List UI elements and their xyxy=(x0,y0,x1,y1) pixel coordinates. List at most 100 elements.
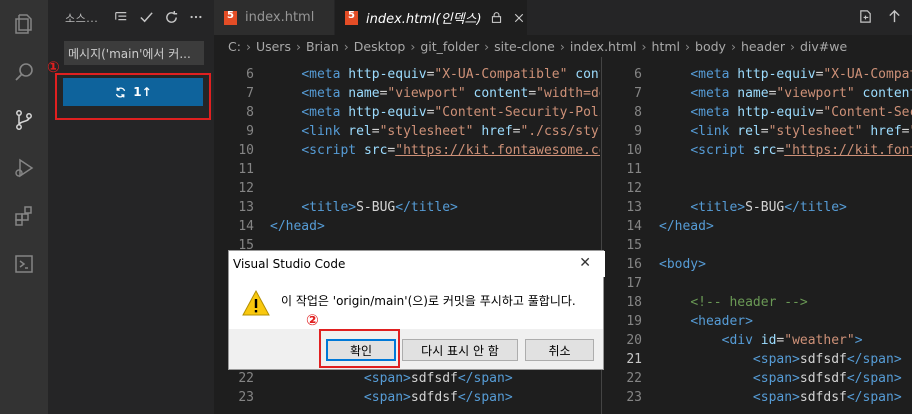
code-line[interactable]: <link rel="stylesheet" href="./css/styl xyxy=(270,122,600,141)
line-number: 9 xyxy=(246,124,254,139)
code-token: <span> xyxy=(363,371,411,386)
code-token: http-equiv xyxy=(348,67,427,82)
code-line[interactable]: <span>sdfsdf</span> xyxy=(659,369,902,388)
cancel-button[interactable]: 취소 xyxy=(525,339,594,361)
close-icon[interactable]: ✕ xyxy=(579,255,591,271)
tab-index-html-staged[interactable]: index.html(인덱스) xyxy=(335,0,527,35)
annotation-step-1: ① xyxy=(47,58,60,76)
activity-bar xyxy=(0,0,48,414)
breadcrumb-item[interactable]: Desktop xyxy=(354,39,406,54)
tab-label: index.html xyxy=(245,10,315,25)
code-line[interactable]: <meta http-equiv="Content-Sec xyxy=(659,103,912,122)
code-line[interactable]: <span>sdfdsf</span> xyxy=(659,388,902,407)
code-line[interactable]: </head> xyxy=(270,217,325,236)
line-number: 15 xyxy=(626,238,642,253)
source-control-icon[interactable] xyxy=(0,96,48,144)
more-actions-icon[interactable] xyxy=(188,9,204,25)
code-token: "viewport" xyxy=(387,86,466,101)
code-line[interactable]: </head> xyxy=(659,217,714,236)
code-token: sdfdsf xyxy=(799,390,847,405)
right-editor[interactable]: 6 <meta http-equiv="X-UA-Compat 7 <meta n… xyxy=(602,57,912,414)
code-line[interactable]: <body> xyxy=(659,255,706,274)
code-token: href xyxy=(473,124,513,139)
code-token: "https://kit.font xyxy=(784,143,912,158)
code-line[interactable]: <script src="https://kit.fontawesome.co xyxy=(270,141,600,160)
breadcrumb-item[interactable]: header xyxy=(741,39,785,54)
line-number: 21 xyxy=(626,352,642,367)
code-token: = xyxy=(528,86,537,101)
refresh-icon[interactable] xyxy=(163,9,179,25)
run-debug-icon[interactable] xyxy=(0,144,48,192)
extensions-icon[interactable] xyxy=(0,192,48,240)
code-line[interactable]: <meta name="viewport" content xyxy=(659,84,912,103)
breadcrumb-item[interactable]: site-clone xyxy=(494,39,555,54)
breadcrumb-item[interactable]: Brian xyxy=(306,39,339,54)
code-line[interactable]: <span>sdfsdf</span> xyxy=(659,350,902,369)
code-line[interactable]: <meta http-equiv="Content-Security-Poli xyxy=(270,103,600,122)
breadcrumb-item[interactable]: C: xyxy=(228,39,241,54)
code-token: "stylesheet" xyxy=(768,124,863,139)
code-line[interactable]: <title>S-BUG</title> xyxy=(270,198,458,217)
breadcrumb-separator: › xyxy=(295,38,301,54)
code-token: S-BUG xyxy=(745,200,785,215)
confirm-dialog: Visual Studio Code ✕ 이 작업은 'origin/main'… xyxy=(228,250,605,370)
search-icon[interactable] xyxy=(0,48,48,96)
code-line[interactable]: <title>S-BUG</title> xyxy=(659,198,847,217)
tab-index-html[interactable]: index.html xyxy=(214,0,334,35)
code-token: = xyxy=(760,124,769,139)
code-token: </title> xyxy=(395,200,458,215)
open-file-icon[interactable] xyxy=(858,9,873,28)
code-line[interactable]: <meta http-equiv="X-UA-Compat xyxy=(659,65,912,84)
code-line[interactable]: <meta http-equiv="X-UA-Compatible" conte… xyxy=(270,65,600,84)
line-number: 8 xyxy=(634,105,642,120)
commit-message-input[interactable]: 메시지('main'에서 커... xyxy=(64,41,204,65)
breadcrumb-item[interactable]: div#we xyxy=(800,39,847,54)
explorer-icon[interactable] xyxy=(0,0,48,48)
annotation-box-1 xyxy=(55,73,211,120)
breadcrumb-separator: › xyxy=(343,38,349,54)
code-line[interactable]: <meta name="viewport" content="width=de xyxy=(270,84,600,103)
code-line[interactable]: <span>sdfsdf</span> xyxy=(270,369,513,388)
code-line[interactable]: <script src="https://kit.font xyxy=(659,141,912,160)
breadcrumb-item[interactable]: html xyxy=(652,39,680,54)
breadcrumb-item[interactable]: index.html xyxy=(570,39,637,54)
code-token: src xyxy=(363,143,388,158)
breadcrumb-separator: › xyxy=(685,38,691,54)
dont-show-again-button[interactable]: 다시 표시 안 함 xyxy=(402,339,518,361)
line-number: 14 xyxy=(238,219,254,234)
line-number: 8 xyxy=(246,105,254,120)
breadcrumb-item[interactable]: body xyxy=(695,39,726,54)
editor-actions xyxy=(858,9,902,28)
code-line[interactable]: <!-- header --> xyxy=(659,293,808,312)
code-token: <div xyxy=(721,333,761,348)
code-token: rel xyxy=(348,124,372,139)
breadcrumb-item[interactable]: Users xyxy=(256,39,291,54)
arrow-up-icon[interactable] xyxy=(887,9,902,28)
code-line[interactable]: <div id="weather"> xyxy=(659,331,863,350)
breadcrumb-item[interactable]: git_folder xyxy=(420,39,479,54)
line-number: 7 xyxy=(634,86,642,101)
code-line[interactable]: <span>sdfdsf</span> xyxy=(270,388,513,407)
commit-check-icon[interactable] xyxy=(138,9,154,25)
code-token: <span> xyxy=(752,390,800,405)
code-token: = xyxy=(371,124,380,139)
line-number: 12 xyxy=(238,181,254,196)
code-token: "width=de xyxy=(536,86,600,101)
code-token: content xyxy=(854,86,912,101)
remote-explorer-icon[interactable] xyxy=(0,240,48,288)
code-line[interactable]: <header> xyxy=(659,312,753,331)
code-token: "weather" xyxy=(784,333,855,348)
code-token: rel xyxy=(737,124,761,139)
view-as-tree-icon[interactable] xyxy=(113,9,129,25)
line-number: 11 xyxy=(238,162,254,177)
code-token: </head> xyxy=(659,219,714,234)
code-line[interactable]: <link rel="stylesheet" href=" xyxy=(659,122,912,141)
code-token: <!-- header --> xyxy=(690,295,808,310)
close-icon[interactable] xyxy=(513,12,525,24)
code-token: "./css/styl xyxy=(520,124,600,139)
